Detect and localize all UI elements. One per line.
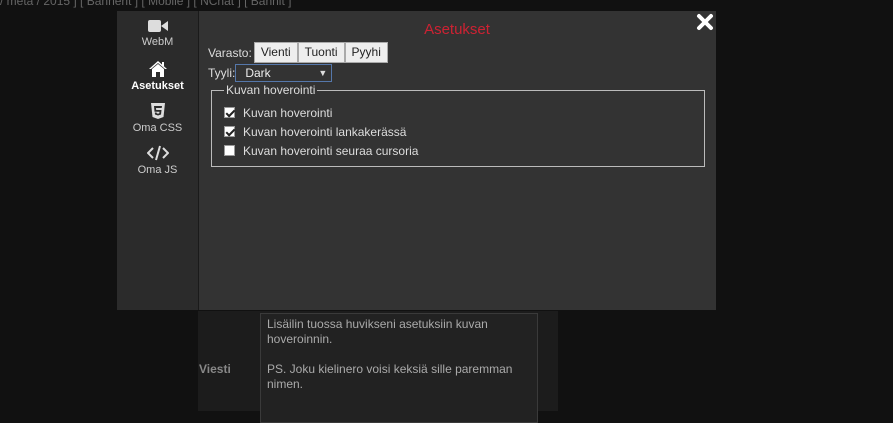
hover-enable-checkbox[interactable] — [224, 107, 235, 118]
sidebar-item-label: Asetukset — [131, 80, 184, 92]
message-label: Viesti — [199, 362, 231, 376]
close-button[interactable] — [696, 13, 714, 31]
sidebar-item-custom-css[interactable]: Oma CSS — [117, 102, 198, 134]
code-icon — [146, 145, 169, 161]
modal-title: Asetukset — [424, 21, 490, 38]
sidebar-item-label: Oma JS — [137, 164, 178, 176]
home-icon — [148, 61, 167, 77]
chevron-down-icon: ▼ — [318, 68, 328, 78]
image-hover-legend: Kuvan hoverointi — [226, 83, 316, 97]
close-x-icon — [697, 14, 713, 30]
clear-button[interactable]: Pyyhi — [344, 42, 388, 63]
hover-option-label: Kuvan hoverointi seuraa cursoria — [243, 143, 419, 158]
style-label: Tyyli: — [208, 66, 236, 80]
sidebar-item-label: Oma CSS — [132, 122, 183, 134]
export-button[interactable]: Vienti — [253, 42, 298, 63]
hover-option-row: Kuvan hoverointi — [224, 103, 692, 122]
message-textarea[interactable]: Lisäilin tuossa huvikseni asetuksiin kuv… — [260, 313, 538, 423]
storage-label: Varasto: — [208, 45, 252, 60]
sidebar-item-webm[interactable]: WebM — [117, 18, 198, 48]
hover-option-label: Kuvan hoverointi lankakerässä — [243, 124, 407, 139]
hover-option-row: Kuvan hoverointi lankakerässä — [224, 122, 692, 141]
import-button[interactable]: Tuonti — [297, 42, 345, 63]
top-nav-links[interactable]: / meta / 2015 ] [ Bannerit ] [ Mobile ] … — [0, 0, 291, 8]
sidebar-item-custom-js[interactable]: Oma JS — [117, 144, 198, 176]
settings-sidebar: WebM Asetukset Oma CSS Oma JS — [117, 11, 199, 310]
image-hover-fieldset: Kuvan hoverointi Kuvan hoverointi Kuvan … — [211, 83, 705, 167]
video-camera-icon — [147, 20, 168, 32]
hover-option-row: Kuvan hoverointi seuraa cursoria — [224, 141, 692, 160]
style-select[interactable]: Dark ▼ — [235, 64, 333, 82]
sidebar-item-settings[interactable]: Asetukset — [117, 60, 198, 92]
sidebar-item-label: WebM — [141, 36, 174, 48]
css3-icon — [150, 103, 165, 119]
style-row: Tyyli: Dark ▼ — [208, 64, 333, 82]
hover-follow-cursor-checkbox[interactable] — [224, 145, 235, 156]
hover-thread-checkbox[interactable] — [224, 126, 235, 137]
style-select-value: Dark — [245, 66, 271, 80]
storage-row: Varasto: Vienti Tuonti Pyyhi — [208, 42, 388, 63]
settings-modal: WebM Asetukset Oma CSS Oma JS Asetukset … — [116, 10, 717, 311]
hover-option-label: Kuvan hoverointi — [243, 105, 333, 120]
